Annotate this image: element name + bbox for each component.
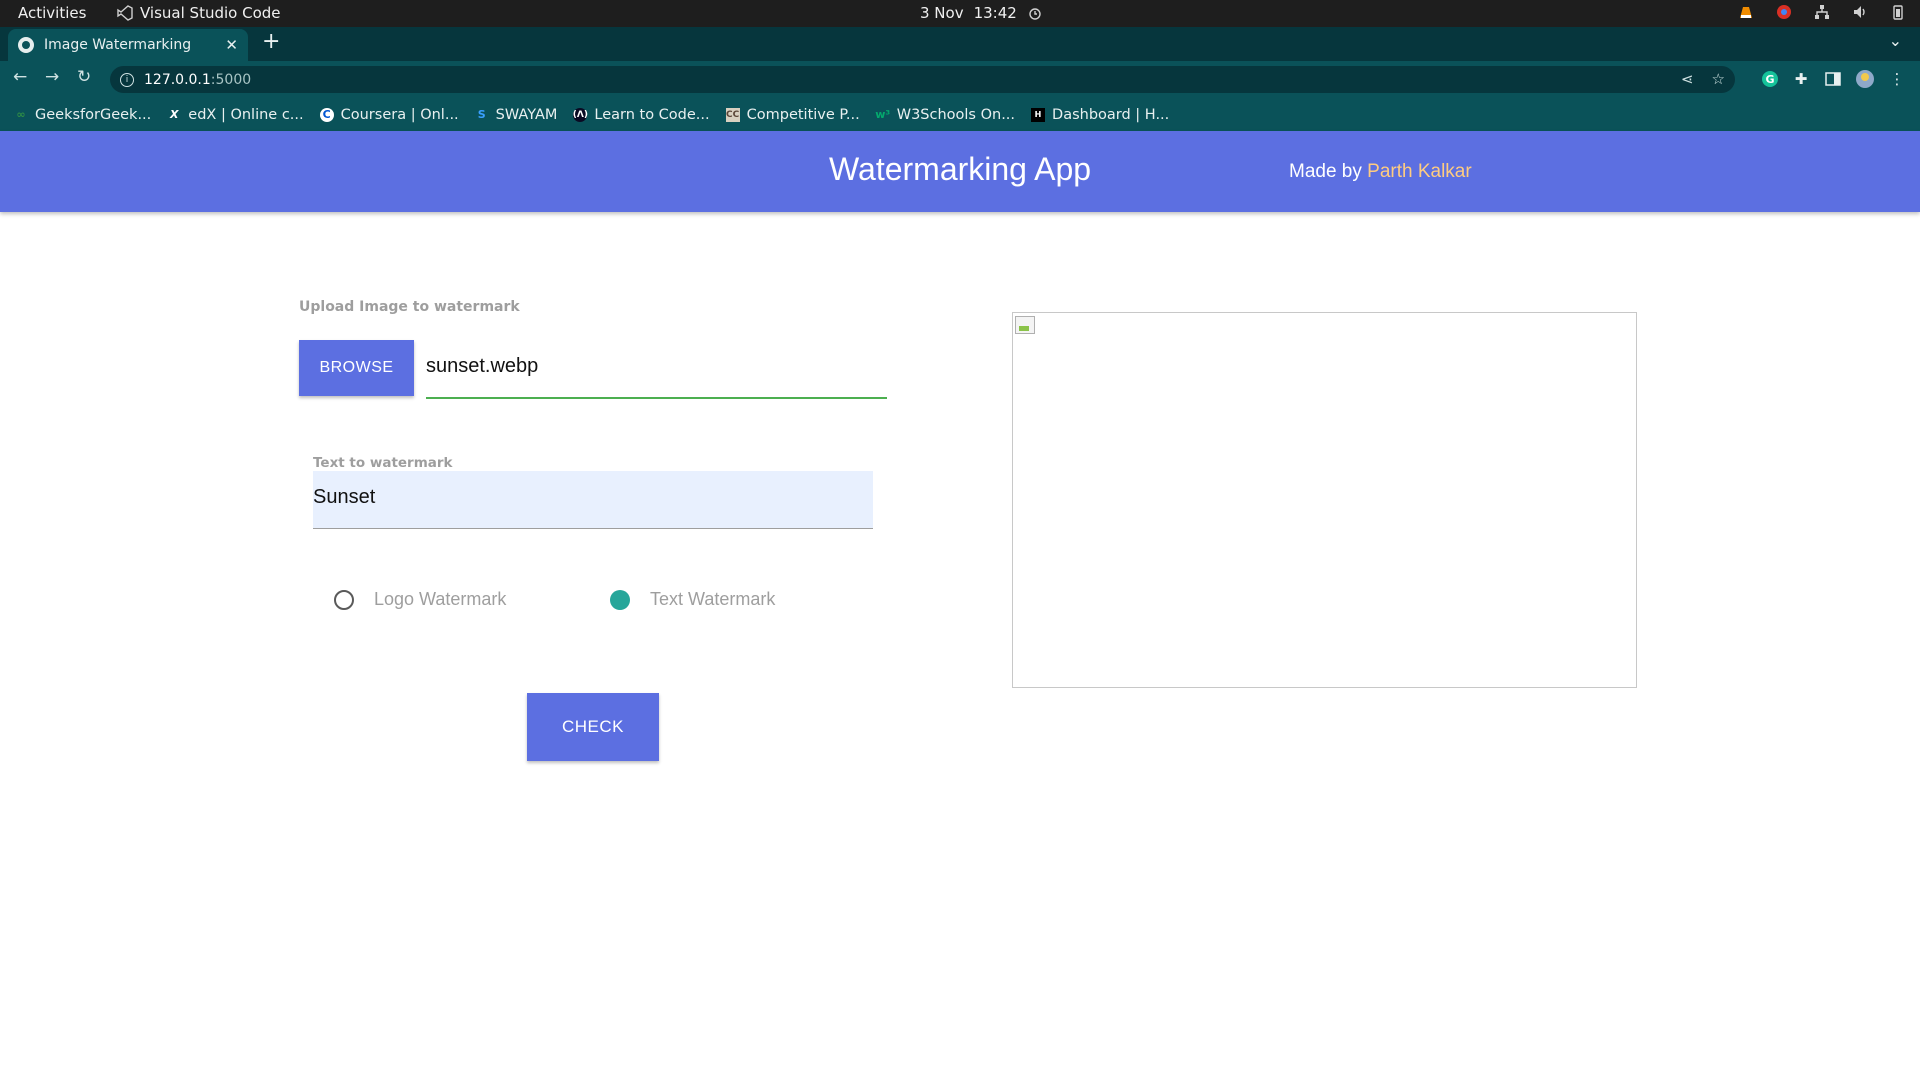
browse-button[interactable]: BROWSE (299, 340, 414, 396)
clock[interactable]: 3 Nov 13:42 (920, 4, 1043, 22)
battery-icon (1893, 5, 1903, 20)
address-bar[interactable]: i 127.0.0.1 :5000 ⋖ ☆ (110, 66, 1735, 93)
browser-menu-icon[interactable]: ⋮ (1887, 69, 1907, 89)
browser-tab-strip: Image Watermarking ✕ + ⌄ (0, 27, 1920, 61)
bookmark-item[interactable]: H Dashboard | H... (1031, 107, 1169, 123)
author-credit: Made by Parth Kalkar (1289, 161, 1472, 183)
clock-date: 3 Nov (920, 4, 964, 22)
site-info-icon[interactable]: i (120, 72, 134, 87)
bookmark-item[interactable]: w³ W3Schools On... (875, 107, 1015, 123)
side-panel-icon[interactable] (1823, 69, 1843, 89)
clock-time: 13:42 (973, 4, 1017, 22)
vscode-icon (117, 5, 133, 21)
upload-label: Upload Image to watermark (299, 299, 520, 315)
vlc-icon (1740, 7, 1752, 18)
reload-icon[interactable]: ↻ (77, 67, 91, 87)
logo-watermark-label: Logo Watermark (374, 589, 507, 609)
logo-watermark-radio[interactable]: Logo Watermark (334, 589, 506, 610)
bookmark-item[interactable]: CC Competitive P... (725, 107, 860, 123)
activities-button[interactable]: Activities (18, 4, 86, 22)
bookmark-item[interactable]: S SWAYAM (475, 107, 558, 123)
bookmark-item[interactable]: XedX | Online c... (167, 107, 304, 123)
grammarly-icon[interactable]: G (1760, 69, 1780, 89)
swayam-icon: S (477, 108, 486, 121)
volume-icon (1854, 6, 1865, 18)
check-button[interactable]: CHECK (527, 693, 659, 761)
broken-image-icon (1015, 316, 1035, 334)
chrome-update-icon (1777, 5, 1791, 19)
file-path-input[interactable]: sunset.webp (426, 341, 887, 399)
watermark-text-input[interactable]: Sunset (313, 471, 873, 529)
browser-toolbar: ← → ↻ i 127.0.0.1 :5000 ⋖ ☆ G ✚ ⋮ (0, 61, 1920, 98)
bookmarks-bar: ∞ GeeksforGeek... XedX | Online c... C Cou… (0, 98, 1920, 131)
globe-icon (18, 37, 34, 53)
extensions-puzzle-icon[interactable]: ✚ (1791, 69, 1811, 89)
made-by-text: Made by (1289, 161, 1362, 182)
text-watermark-label: Text Watermark (650, 589, 776, 609)
back-arrow-icon[interactable]: ← (13, 67, 27, 87)
web-page: Watermarking App Made by Parth Kalkar Up… (0, 131, 1920, 1080)
bookmark-item[interactable]: (Λ) Learn to Code... (572, 107, 710, 123)
geeksforgeeks-icon: ∞ (16, 108, 26, 121)
browser-tab-active[interactable]: Image Watermarking ✕ (8, 29, 248, 61)
w3schools-icon: w³ (875, 108, 891, 121)
radio-checked-icon[interactable] (610, 589, 630, 610)
bookmark-item[interactable]: ∞ GeeksforGeek... (14, 107, 151, 123)
watermark-text-label: Text to watermark (313, 455, 453, 471)
app-brand[interactable]: Watermarking App (829, 151, 1091, 188)
image-preview (1012, 312, 1637, 688)
app-navbar: Watermarking App Made by Parth Kalkar (0, 131, 1920, 212)
profile-avatar[interactable] (1855, 69, 1875, 89)
hackerrank-icon: H (1031, 107, 1046, 122)
system-tray[interactable] (1738, 4, 1906, 20)
new-tab-button[interactable]: + (262, 29, 280, 54)
bookmark-star-icon[interactable]: ☆ (1712, 70, 1725, 88)
coursera-icon: C (319, 107, 334, 122)
tab-title: Image Watermarking (44, 37, 192, 53)
radio-unchecked-icon[interactable] (334, 589, 354, 610)
edx-icon: X (170, 108, 179, 121)
share-icon[interactable]: ⋖ (1681, 70, 1694, 88)
freecodecamp-icon: (Λ) (572, 107, 588, 122)
codechef-icon: CC (725, 107, 740, 122)
tab-search-chevron-icon[interactable]: ⌄ (1889, 31, 1902, 50)
network-icon (1815, 5, 1829, 19)
bookmark-item[interactable]: C Coursera | Onl... (319, 107, 459, 123)
tab-close-icon[interactable]: ✕ (225, 36, 238, 54)
forward-arrow-icon[interactable]: → (45, 67, 59, 87)
focused-app-indicator[interactable]: Visual Studio Code (117, 4, 281, 22)
os-top-bar: Activities Visual Studio Code 3 Nov 13:4… (0, 0, 1920, 27)
alarm-icon (1029, 8, 1041, 20)
url-host: 127.0.0.1 (144, 71, 211, 88)
author-link[interactable]: Parth Kalkar (1367, 161, 1472, 182)
url-port: :5000 (210, 71, 252, 88)
text-watermark-radio[interactable]: Text Watermark (610, 589, 775, 610)
svg-text:G: G (1765, 73, 1774, 86)
focused-app-name: Visual Studio Code (140, 4, 281, 22)
